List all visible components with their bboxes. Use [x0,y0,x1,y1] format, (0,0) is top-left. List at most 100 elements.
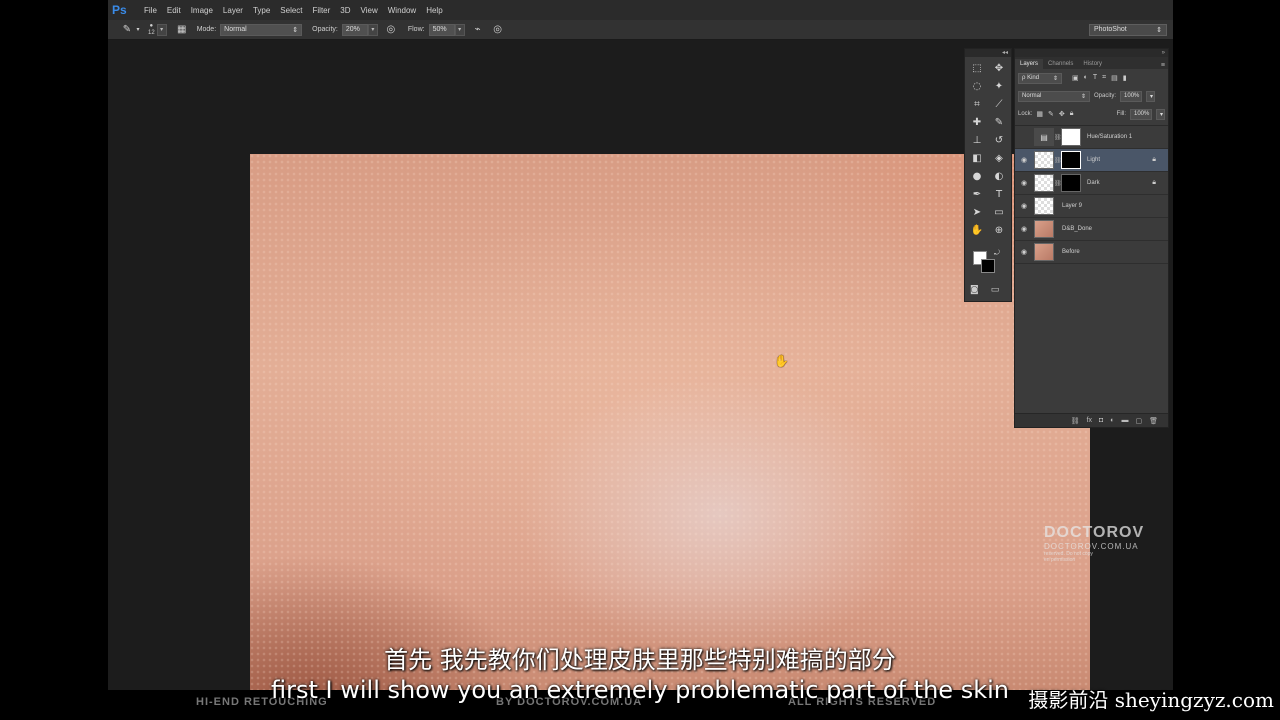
tools-bottom-row: ◙ ▭ [970,285,999,295]
add-mask-icon[interactable]: ◘ [1099,417,1103,424]
healing-brush-tool-icon[interactable]: ✚ [966,113,988,131]
eye-icon[interactable]: ◉ [1019,248,1029,256]
dodge-tool-icon[interactable]: ◐ [988,167,1010,185]
brush-panel-icon[interactable]: ▦ [175,23,189,37]
shape-filter-icon[interactable]: ⌗ [1102,74,1106,82]
link-chain-icon: ⛓ [1054,180,1062,187]
layer-opacity-input[interactable]: 100% [1120,90,1143,102]
path-selection-tool-icon[interactable]: ➤ [966,203,988,221]
eye-icon[interactable]: ◉ [1019,179,1029,187]
layer-mask-thumbnail[interactable] [1061,151,1081,169]
brush-preset-picker[interactable]: ● 12 [148,23,155,37]
layer-mask-thumbnail[interactable] [1061,174,1081,192]
fx-icon[interactable]: fx [1087,417,1092,424]
lock-position-icon[interactable]: ✥ [1059,110,1065,118]
pen-tool-icon[interactable]: ✒ [966,185,988,203]
airbrush-icon[interactable]: ⌁ [471,23,485,37]
menu-window[interactable]: Window [388,6,416,15]
paint-bucket-tool-icon[interactable]: ◈ [988,149,1010,167]
eye-icon[interactable]: ◉ [1019,202,1029,210]
brush-preset-dropdown[interactable]: ▾ [156,23,167,36]
layer-opacity-dropdown[interactable]: ▾ [1146,90,1156,102]
flow-dropdown[interactable]: ▾ [454,23,465,36]
tab-history[interactable]: History [1078,59,1107,69]
trash-icon[interactable]: 🗑︎ [1149,417,1158,425]
workspace-select[interactable]: PhotoShot ⇕ [1089,24,1167,36]
pixel-filter-icon[interactable]: ▣ [1072,74,1079,82]
flow-label: Flow: [407,26,425,33]
marquee-tool-icon[interactable]: ⬚ [966,59,988,77]
tools-panel-header[interactable]: ◂◂ [965,49,1011,57]
layer-row-dark[interactable]: ◉ ⛓ Dark 🔒︎ [1015,172,1168,195]
type-tool-icon[interactable]: T [988,185,1010,203]
eye-icon[interactable]: ◉ [1019,225,1029,233]
menu-edit[interactable]: Edit [167,6,181,15]
layer-row-light[interactable]: ◉ ⛓ Light 🔒︎ [1015,149,1168,172]
new-group-icon[interactable]: ▬ [1121,417,1128,424]
history-brush-tool-icon[interactable]: ↺ [988,131,1010,149]
layers-footer: ⛓ fx ◘ ◐ ▬ ▢ 🗑︎ [1015,413,1168,427]
menu-file[interactable]: File [144,6,157,15]
mode-select[interactable]: Normal ⇕ [220,23,303,36]
eyedropper-tool-icon[interactable]: ⟋ [988,95,1010,113]
filter-toggle-icon[interactable]: ▮ [1123,74,1127,82]
eraser-tool-icon[interactable]: ◧ [966,149,988,167]
fill-input[interactable]: 100% [1130,108,1152,120]
lock-all-icon[interactable]: 🔒︎ [1070,110,1074,118]
layer-name: Layer 9 [1062,203,1083,209]
opacity-input[interactable]: 20% [341,23,368,36]
menu-layer[interactable]: Layer [223,6,243,15]
blur-tool-icon[interactable]: ● [966,167,988,185]
menu-type[interactable]: Type [253,6,270,15]
quick-mask-icon[interactable]: ◙ [970,285,979,295]
zoom-tool-icon[interactable]: ⊕ [988,221,1010,239]
subtitle-chinese: 首先 我先教你们处理皮肤里那些特别难搞的部分 [384,646,896,674]
layers-panel: » Layers Channels History ≡ ρ Kind ⇕ ▣ ◐ … [1014,48,1169,428]
brush-tool-icon[interactable]: ✎ [120,23,134,37]
move-tool-icon[interactable]: ✥ [988,59,1010,77]
eye-icon[interactable]: ◉ [1019,156,1029,164]
layer-kind-filter[interactable]: ρ Kind ⇕ [1018,72,1062,84]
layer-row-before[interactable]: ◉ Before [1015,241,1168,264]
panel-menu-icon[interactable]: ≡ [1161,62,1168,69]
menu-image[interactable]: Image [191,6,213,15]
layers-panel-header[interactable]: » [1015,49,1168,57]
pressure-size-icon[interactable]: ◎ [491,23,505,37]
tab-channels[interactable]: Channels [1043,59,1078,69]
pressure-opacity-icon[interactable]: ◎ [384,23,398,37]
opacity-dropdown[interactable]: ▾ [367,23,378,36]
menu-filter[interactable]: Filter [313,6,331,15]
adjustment-layer-icon[interactable]: ◐ [1110,417,1114,424]
swap-colors-icon[interactable]: ⤾ [994,249,1000,258]
new-layer-icon[interactable]: ▢ [1135,417,1142,425]
lasso-tool-icon[interactable]: ◌ [966,77,988,95]
menu-help[interactable]: Help [426,6,442,15]
tab-layers[interactable]: Layers [1015,59,1044,69]
flow-input[interactable]: 50% [428,23,455,36]
type-filter-icon[interactable]: T [1093,74,1097,82]
adjustment-filter-icon[interactable]: ◐ [1084,74,1088,82]
menu-view[interactable]: View [361,6,378,15]
blend-mode-select[interactable]: Normal ⇕ [1018,90,1090,102]
background-color-swatch[interactable] [981,259,995,273]
layer-row-db-done[interactable]: ◉ D&B_Done [1015,218,1168,241]
clone-stamp-tool-icon[interactable]: ⊥ [966,131,988,149]
fill-dropdown[interactable]: ▾ [1156,108,1165,120]
smart-object-filter-icon[interactable]: ▤ [1111,74,1118,82]
layer-mask-thumbnail[interactable] [1061,128,1081,146]
layer-row-hue-saturation[interactable]: ▤ ⛓ Hue/Saturation 1 [1015,126,1168,149]
rectangle-tool-icon[interactable]: ▭ [988,203,1010,221]
watermark-brand: DOCTOROV [1044,524,1145,541]
link-layers-icon[interactable]: ⛓ [1071,417,1080,425]
menu-select[interactable]: Select [280,6,302,15]
magic-wand-tool-icon[interactable]: ✦ [988,77,1010,95]
chevron-down-icon[interactable]: ▾ [134,23,142,37]
hand-tool-icon[interactable]: ✋ [966,221,988,239]
crop-tool-icon[interactable]: ⌗ [966,95,988,113]
screen-mode-icon[interactable]: ▭ [991,285,1000,295]
layer-row-layer-9[interactable]: ◉ Layer 9 [1015,195,1168,218]
menu-3d[interactable]: 3D [340,6,350,15]
brush-tool-icon[interactable]: ✎ [988,113,1010,131]
lock-transparency-icon[interactable]: ▦ [1036,110,1043,118]
lock-pixels-icon[interactable]: ✎ [1048,110,1054,118]
